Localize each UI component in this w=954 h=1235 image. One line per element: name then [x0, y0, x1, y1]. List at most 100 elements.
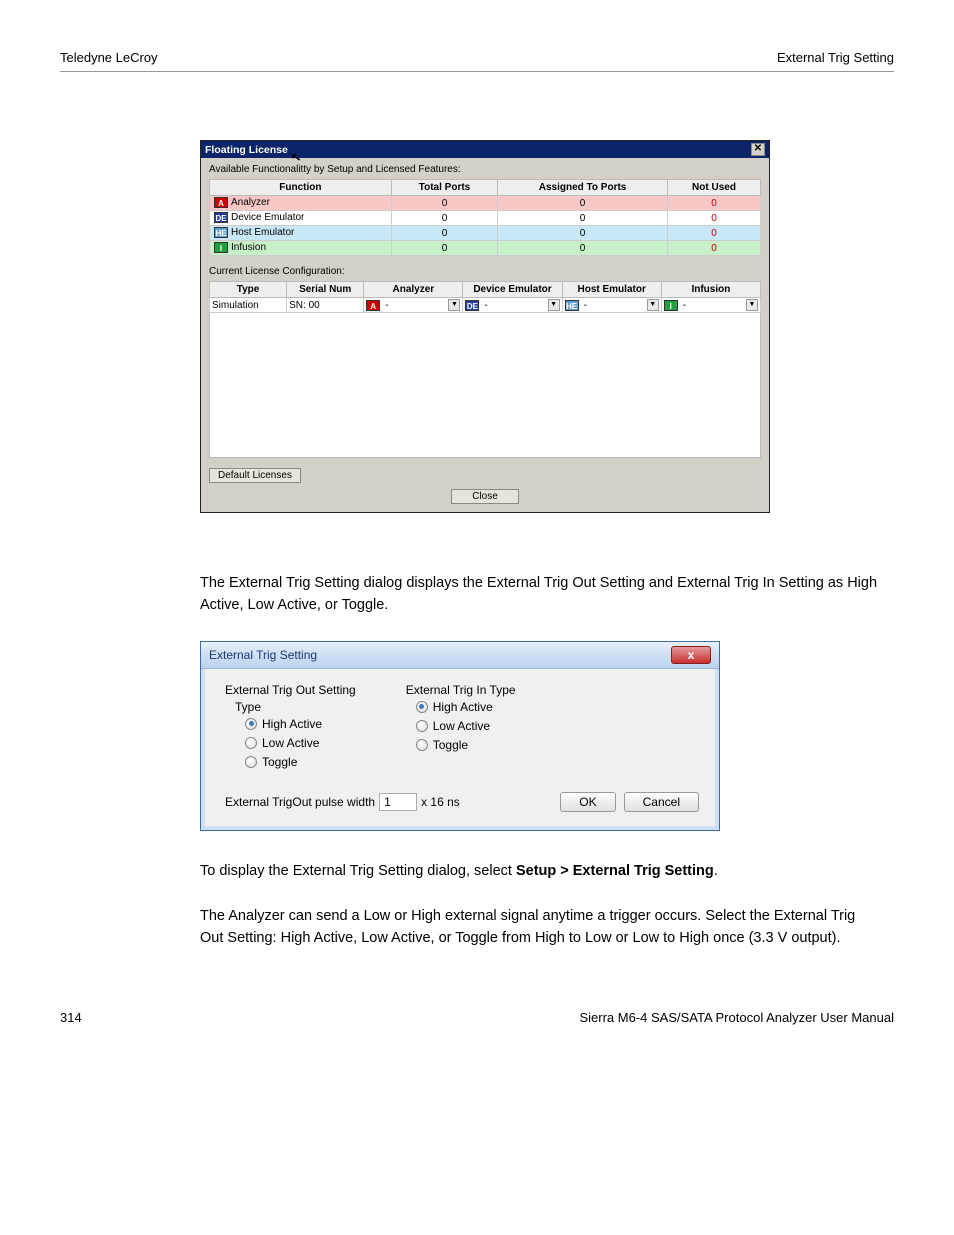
- cell-notused: 0: [667, 241, 760, 256]
- cell-total: 0: [391, 226, 497, 241]
- dialog-titlebar[interactable]: Floating License ↖ ✕: [201, 141, 769, 158]
- cell-notused: 0: [667, 211, 760, 226]
- col-total-ports: Total Ports: [391, 180, 497, 196]
- radio-icon: [416, 701, 428, 713]
- table-row[interactable]: DEDevice Emulator 0 0 0: [210, 211, 761, 226]
- infusion-dropdown[interactable]: I-▼: [664, 299, 758, 311]
- cell-total: 0: [391, 196, 497, 211]
- dd-value: -: [385, 300, 388, 311]
- radio-label: High Active: [433, 700, 493, 714]
- table-row[interactable]: AAnalyzer 0 0 0: [210, 196, 761, 211]
- chevron-down-icon: ▼: [647, 299, 659, 311]
- radio-toggle-out[interactable]: Toggle: [245, 755, 356, 769]
- radio-icon: [245, 756, 257, 768]
- col-assigned-ports: Assigned To Ports: [498, 180, 668, 196]
- dd-value: -: [683, 300, 686, 311]
- device-emulator-icon: DE: [214, 212, 228, 223]
- col-device-emulator: Device Emulator: [463, 282, 562, 298]
- table-row[interactable]: Simulation SN: 00 A-▼ DE-▼ HE-▼ I-▼: [210, 298, 761, 313]
- chevron-down-icon: ▼: [548, 299, 560, 311]
- radio-low-active-in[interactable]: Low Active: [416, 719, 516, 733]
- fn-name: Device Emulator: [231, 213, 304, 224]
- col-function: Function: [210, 180, 392, 196]
- table-row[interactable]: HEHost Emulator 0 0 0: [210, 226, 761, 241]
- cell-assigned: 0: [498, 241, 668, 256]
- radio-label: Low Active: [433, 719, 490, 733]
- cell-assigned: 0: [498, 196, 668, 211]
- license-table-empty-area: [209, 313, 761, 458]
- radio-icon: [245, 718, 257, 730]
- text-fragment: .: [714, 863, 718, 879]
- license-config-table: Type Serial Num Analyzer Device Emulator…: [209, 281, 761, 313]
- text-fragment: To display the External Trig Setting dia…: [200, 863, 516, 879]
- chevron-down-icon: ▼: [746, 299, 758, 311]
- col-analyzer: Analyzer: [364, 282, 463, 298]
- dialog-title: Floating License: [205, 144, 288, 156]
- cell-notused: 0: [667, 226, 760, 241]
- radio-high-active-in[interactable]: High Active: [416, 700, 516, 714]
- ok-button[interactable]: OK: [560, 792, 615, 812]
- cell-notused: 0: [667, 196, 760, 211]
- analyzer-dropdown[interactable]: A- ▼: [366, 299, 460, 311]
- analyzer-icon: A: [366, 300, 380, 311]
- col-serial: Serial Num: [287, 282, 364, 298]
- close-button[interactable]: Close: [451, 489, 519, 504]
- host-emulator-icon: HE: [565, 300, 579, 311]
- col-infusion: Infusion: [661, 282, 760, 298]
- menu-path: Setup > External Trig Setting: [516, 863, 714, 879]
- cell-assigned: 0: [498, 211, 668, 226]
- radio-high-active-out[interactable]: High Active: [245, 717, 356, 731]
- device-emulator-dropdown[interactable]: DE- ▼: [465, 299, 559, 311]
- functionality-table: Function Total Ports Assigned To Ports N…: [209, 179, 761, 256]
- external-trig-setting-dialog: External Trig Setting x External Trig Ou…: [200, 641, 720, 831]
- radio-icon: [416, 720, 428, 732]
- header-left: Teledyne LeCroy: [60, 50, 158, 65]
- available-label: Available Functionalitty by Setup and Li…: [209, 164, 761, 175]
- group-title: External Trig In Type: [406, 683, 516, 697]
- col-not-used: Not Used: [667, 180, 760, 196]
- dialog-titlebar[interactable]: External Trig Setting x: [201, 642, 719, 669]
- pulse-width-label: External TrigOut pulse width: [225, 795, 375, 809]
- cell-serial: SN: 00: [287, 298, 364, 313]
- radio-label: Low Active: [262, 736, 319, 750]
- footer-title: Sierra M6-4 SAS/SATA Protocol Analyzer U…: [579, 1010, 894, 1025]
- radio-toggle-in[interactable]: Toggle: [416, 738, 516, 752]
- analyzer-icon: A: [214, 197, 228, 208]
- default-licenses-button[interactable]: Default Licenses: [209, 468, 301, 483]
- pulse-width-input[interactable]: 1: [379, 793, 417, 811]
- dialog-title: External Trig Setting: [209, 648, 317, 662]
- fn-name: Infusion: [231, 243, 266, 254]
- infusion-icon: I: [214, 242, 228, 253]
- radio-label: Toggle: [433, 738, 468, 752]
- radio-label: Toggle: [262, 755, 297, 769]
- dd-value: -: [584, 300, 587, 311]
- close-icon[interactable]: ✕: [751, 143, 765, 156]
- dd-value: -: [484, 300, 487, 311]
- radio-icon: [416, 739, 428, 751]
- cursor-icon: ↖: [290, 149, 302, 165]
- table-row[interactable]: IInfusion 0 0 0: [210, 241, 761, 256]
- cell-total: 0: [391, 211, 497, 226]
- current-config-label: Current License Configuration:: [209, 266, 761, 277]
- page-number: 314: [60, 1010, 82, 1025]
- header-right: External Trig Setting: [777, 50, 894, 65]
- cell-total: 0: [391, 241, 497, 256]
- radio-low-active-out[interactable]: Low Active: [245, 736, 356, 750]
- cell-type: Simulation: [210, 298, 287, 313]
- trig-in-group: External Trig In Type High Active Low Ac…: [406, 683, 516, 774]
- fn-name: Host Emulator: [231, 228, 294, 239]
- fn-name: Analyzer: [231, 198, 270, 209]
- close-icon[interactable]: x: [671, 646, 711, 664]
- type-label: Type: [235, 700, 356, 714]
- radio-icon: [245, 737, 257, 749]
- cancel-button[interactable]: Cancel: [624, 792, 699, 812]
- chevron-down-icon: ▼: [448, 299, 460, 311]
- pulse-width-unit: x 16 ns: [421, 795, 460, 809]
- trig-out-group: External Trig Out Setting Type High Acti…: [225, 683, 356, 774]
- host-emulator-dropdown[interactable]: HE- ▼: [565, 299, 659, 311]
- cell-assigned: 0: [498, 226, 668, 241]
- body-paragraph: To display the External Trig Setting dia…: [200, 861, 879, 883]
- device-emulator-icon: DE: [465, 300, 479, 311]
- floating-license-dialog: Floating License ↖ ✕ Available Functiona…: [200, 140, 770, 513]
- col-type: Type: [210, 282, 287, 298]
